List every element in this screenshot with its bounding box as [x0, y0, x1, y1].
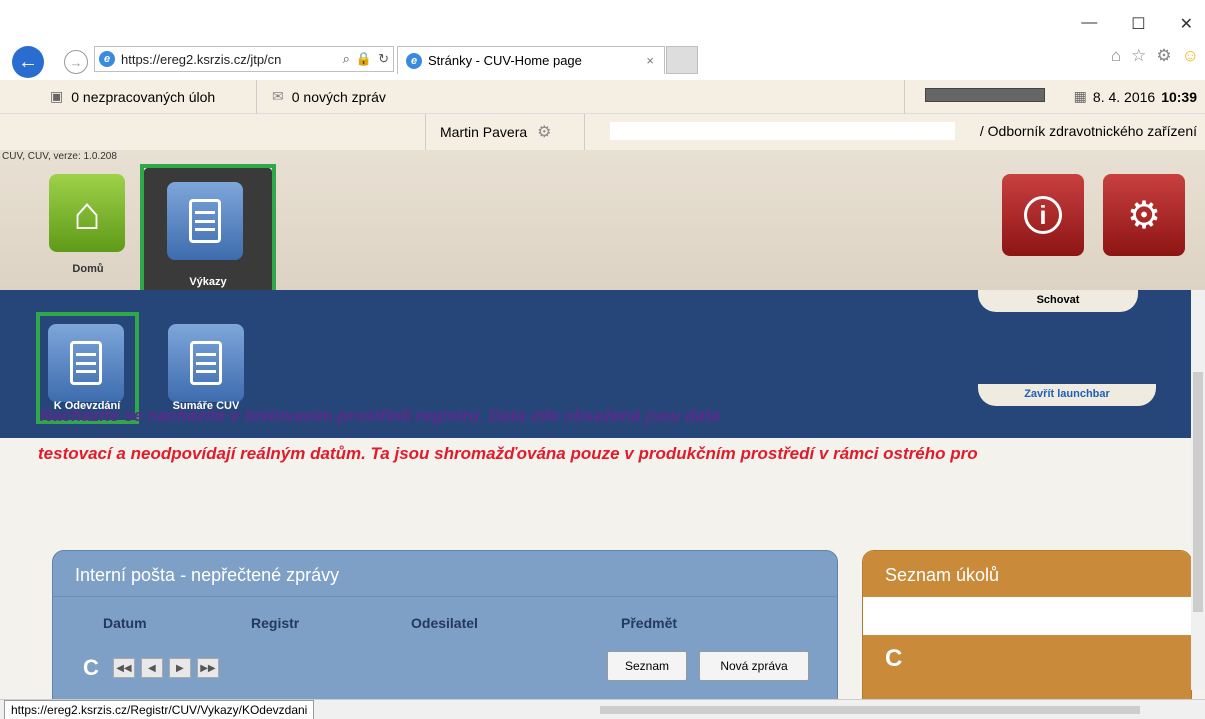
address-bar[interactable]: e https://ereg2.ksrzis.cz/jtp/cn ⌕ 🔒 ↻ — [94, 46, 394, 72]
browser-tab[interactable]: e Stránky - CUV-Home page × — [397, 46, 665, 74]
tile-home-label: Domů — [72, 263, 104, 275]
task-panel-footer: C — [863, 635, 1191, 699]
tile-settings[interactable]: ⚙ — [1103, 174, 1185, 256]
lock-icon[interactable]: 🔒 — [356, 51, 372, 67]
messages-indicator[interactable]: ✉ 0 nových zpráv — [272, 88, 386, 105]
settings-gear-icon[interactable]: ⚙ — [1156, 46, 1171, 66]
search-icon[interactable]: ⌕ — [343, 51, 350, 67]
calendar-icon: ▦ — [1073, 88, 1087, 104]
favorites-star-icon[interactable]: ☆ — [1131, 46, 1146, 66]
forward-button[interactable]: → — [64, 50, 88, 74]
list-icon — [190, 341, 222, 385]
date-text: 8. 4. 2016 — [1092, 88, 1156, 105]
app-topbar: ▣ 0 nezpracovaných úloh ✉ 0 nových zpráv… — [0, 80, 1205, 114]
task-list — [863, 597, 1191, 635]
scrollbar-thumb[interactable] — [1193, 372, 1203, 612]
column-header[interactable]: Předmět — [621, 615, 677, 631]
ie-icon: e — [99, 51, 115, 67]
column-header[interactable]: Datum — [103, 615, 147, 631]
task-panel: Seznam úkolů C — [862, 550, 1192, 700]
maximize-button[interactable]: ☐ — [1131, 14, 1145, 34]
window-controls: — ☐ ✕ — [1081, 14, 1193, 34]
new-message-button[interactable]: Nová zpráva — [699, 651, 809, 681]
status-bar: https://ereg2.ksrzis.cz/Registr/CUV/Vyka… — [0, 699, 1205, 719]
tab-title: Stránky - CUV-Home page — [428, 53, 582, 68]
hide-button[interactable]: Schovat — [978, 290, 1138, 312]
first-page-button[interactable]: ◀◀ — [112, 658, 135, 678]
tile-home[interactable]: ⌂ — [49, 174, 125, 252]
column-header[interactable]: Odesilatel — [411, 615, 478, 631]
refresh-icon[interactable]: C — [83, 655, 99, 681]
launchbar: CUV, CUV, verze: 1.0.208 ⌂ Domů Výkazy i… — [0, 150, 1205, 301]
prev-page-button[interactable]: ◀ — [140, 658, 163, 678]
test-env-warning-line1: Nacházíte se nacházíte v testovacím pros… — [40, 406, 721, 425]
session-progress-bar — [925, 88, 1045, 102]
tile-sumare-cuv[interactable] — [168, 324, 244, 402]
browser-chrome: — ☐ ✕ ← → e https://ereg2.ksrzis.cz/jtp/… — [0, 0, 1205, 80]
user-menu[interactable]: Martin Pavera ⚙ — [425, 114, 585, 150]
tile-info[interactable]: i — [1002, 174, 1084, 256]
tasks-icon: ▣ — [50, 88, 64, 104]
close-window-button[interactable]: ✕ — [1180, 14, 1193, 34]
list-button[interactable]: Seznam — [607, 651, 687, 681]
tasks-indicator[interactable]: ▣ 0 nezpracovaných úloh — [50, 88, 215, 105]
home-icon[interactable]: ⌂ — [1111, 46, 1121, 66]
user-role: / Odborník zdravotnického zařízení — [979, 123, 1197, 139]
gears-icon: ⚙ — [1126, 194, 1162, 237]
gear-icon[interactable]: ⚙ — [537, 122, 551, 142]
toolbar-icons: ⌂ ☆ ⚙ ☺ — [1111, 46, 1199, 66]
back-button[interactable]: ← — [12, 46, 44, 78]
messages-count: 0 nových zpráv — [291, 88, 386, 105]
pagination: C ◀◀ ◀ ▶ ▶▶ — [83, 655, 219, 681]
ie-icon: e — [406, 52, 422, 69]
minimize-button[interactable]: — — [1081, 14, 1097, 34]
address-url[interactable]: https://ereg2.ksrzis.cz/jtp/cn — [121, 52, 337, 67]
vertical-scrollbar[interactable] — [1191, 290, 1205, 690]
mail-panel-title: Interní pošta - nepřečtené zprávy — [53, 551, 837, 597]
task-panel-title: Seznam úkolů — [863, 551, 1191, 597]
horizontal-scrollbar[interactable] — [600, 706, 1140, 714]
separator — [256, 80, 257, 114]
user-bar: Martin Pavera ⚙ / Odborník zdravotnickéh… — [0, 114, 1205, 150]
info-icon: i — [1024, 196, 1062, 234]
mail-panel: Interní pošta - nepřečtené zprávy Datum … — [52, 550, 838, 700]
time-text: 10:39 — [1161, 88, 1197, 105]
dashboard-content: testovací a neodpovídají reálným datům. … — [0, 438, 1205, 700]
tasks-count: 0 nezpracovaných úloh — [71, 88, 216, 105]
refresh-icon[interactable]: C — [885, 645, 902, 672]
refresh-page-icon[interactable]: ↻ — [378, 51, 389, 67]
tab-close-icon[interactable]: × — [646, 53, 654, 68]
next-page-button[interactable]: ▶ — [168, 658, 191, 678]
close-launchbar-link[interactable]: Zavřít launchbar — [978, 384, 1156, 406]
user-name: Martin Pavera — [440, 124, 528, 140]
version-label: CUV, CUV, verze: 1.0.208 — [2, 151, 117, 162]
separator — [904, 80, 905, 114]
status-url: https://ereg2.ksrzis.cz/Registr/CUV/Vyka… — [4, 700, 315, 719]
column-header[interactable]: Registr — [251, 615, 299, 631]
new-tab-button[interactable] — [666, 46, 698, 74]
datetime: ▦ 8. 4. 2016 10:39 — [1074, 88, 1197, 105]
organization-field — [610, 122, 955, 140]
envelope-icon: ✉ — [272, 88, 284, 104]
test-env-warning-line2: testovací a neodpovídají reálným datům. … — [38, 444, 978, 463]
home-icon: ⌂ — [73, 187, 101, 239]
last-page-button[interactable]: ▶▶ — [196, 658, 219, 678]
feedback-smiley-icon[interactable]: ☺ — [1182, 46, 1199, 66]
highlight-box — [140, 164, 276, 301]
